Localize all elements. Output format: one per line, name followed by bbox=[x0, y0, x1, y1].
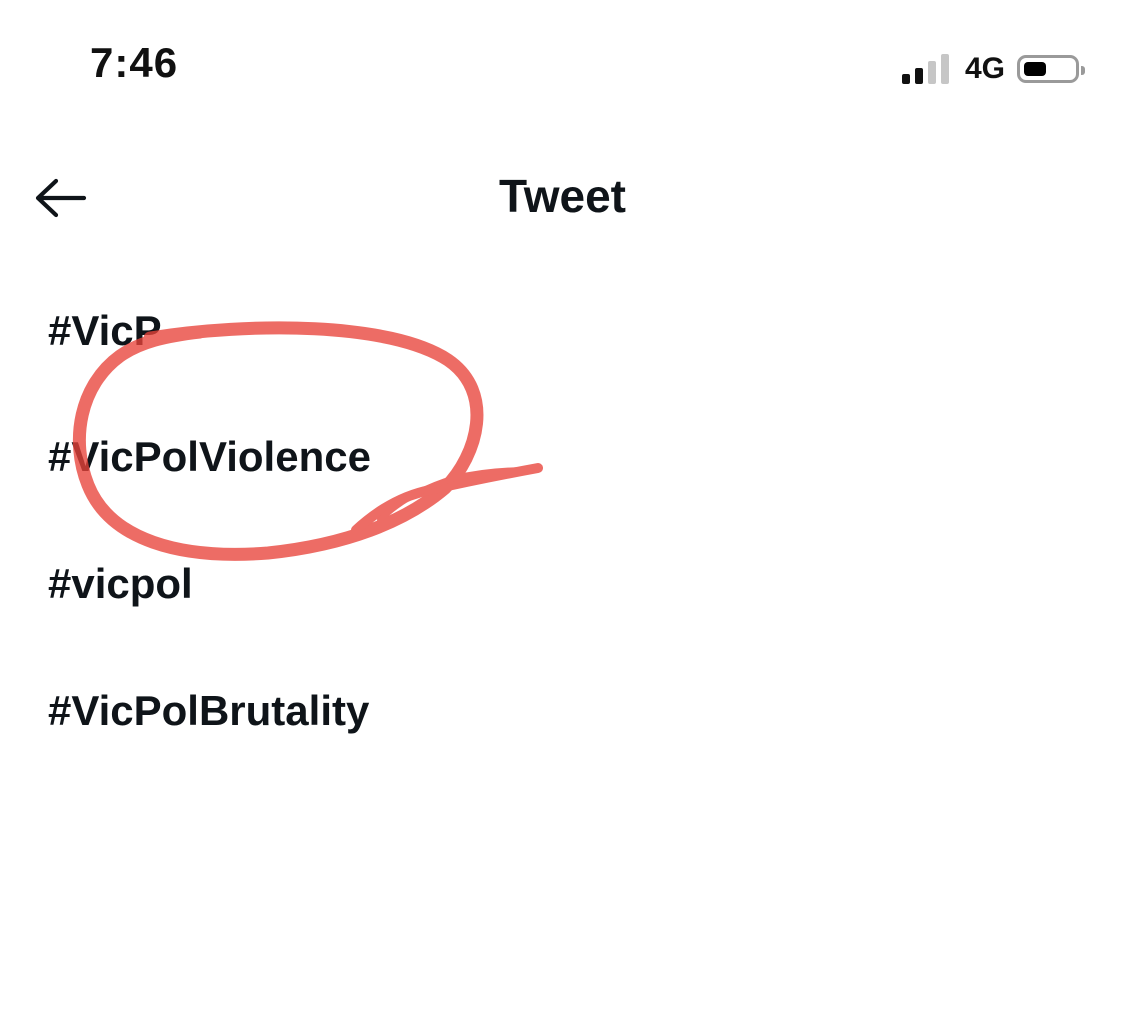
network-type: 4G bbox=[964, 52, 1005, 85]
signal-bar bbox=[927, 61, 936, 84]
hashtag-vicpolviolence[interactable]: #VicPolViolence bbox=[48, 436, 371, 478]
annotation-stroke bbox=[377, 467, 533, 523]
battery-cap bbox=[1081, 66, 1085, 75]
red-circle-annotation bbox=[72, 321, 543, 561]
hashtag-vicp[interactable]: #VicP bbox=[48, 310, 162, 352]
status-time: 7:46 bbox=[90, 39, 179, 86]
signal-bar bbox=[901, 74, 910, 84]
page-title: Tweet bbox=[499, 170, 626, 222]
battery-icon bbox=[1017, 55, 1085, 83]
signal-bar bbox=[940, 54, 949, 84]
hashtag-vicpolbrutality[interactable]: #VicPolBrutality bbox=[48, 690, 369, 732]
battery-level bbox=[1024, 62, 1046, 76]
signal-icon bbox=[901, 54, 949, 84]
status-indicators: 4G bbox=[901, 52, 1085, 86]
annotation-stroke bbox=[351, 463, 543, 535]
signal-bar bbox=[914, 68, 923, 84]
hashtag-vicpol[interactable]: #vicpol bbox=[48, 563, 193, 605]
